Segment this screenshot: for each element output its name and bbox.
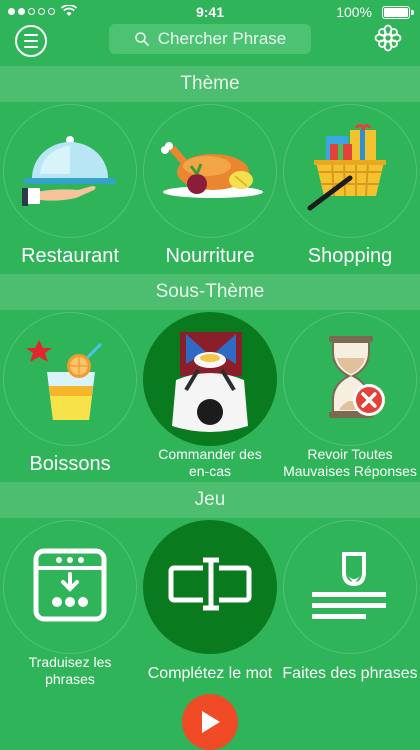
theme-label: Restaurant [21,245,119,267]
section-header-game: Jeu [0,482,420,518]
play-button[interactable] [182,694,238,750]
game-row: Traduisez les phrases Complétez le mot F… [0,518,420,694]
menu-button[interactable] [15,25,47,57]
subtheme-row: Boissons Commander des en-cas Revoir Tou… [0,310,420,482]
theme-row: Restaurant Nourriture Shopping [0,102,420,274]
search-icon [134,32,149,46]
search-placeholder: Chercher Phrase [157,29,287,48]
cocktail-icon [26,340,103,420]
game-label: Faites des phrases [282,665,418,682]
game-label: Complétez le mot [147,665,273,682]
waiter-icon [172,332,248,432]
subtheme-label: Commander des en-cas [158,446,262,479]
subtheme-label: Boissons [29,453,111,475]
theme-tile-restaurant[interactable]: Restaurant [0,102,140,274]
section-header-subtheme: Sous-Thème [0,274,420,310]
play-icon [202,711,220,733]
game-tile-completez[interactable]: Complétez le mot [140,518,280,694]
menu-icon [24,34,38,36]
theme-label: Shopping [307,245,393,267]
status-bar: 9:41 100% [0,0,420,24]
theme-label: Nourriture [165,245,255,267]
fill-word-icon [168,557,252,611]
hourglass-icon [329,336,385,418]
subtheme-tile-revoir[interactable]: Revoir Toutes Mauvaises Réponses [280,310,420,482]
theme-tile-shopping[interactable]: Shopping [280,102,420,274]
nav-bar: Chercher Phrase [0,24,420,66]
translate-grid-icon [33,548,107,622]
cloche-icon [22,136,116,206]
build-sentence-icon [312,552,386,619]
theme-tile-nourriture[interactable]: Nourriture [140,102,280,274]
shopping-basket-icon [307,124,386,211]
subtheme-tile-commander[interactable]: Commander des en-cas [140,310,280,482]
subtheme-label: Revoir Toutes Mauvaises Réponses [283,446,417,479]
search-input[interactable]: Chercher Phrase [109,24,311,54]
roast-chicken-icon [161,142,263,198]
game-tile-faites[interactable]: Faites des phrases [280,518,420,694]
battery-percent: 100% [336,4,372,20]
game-label: Traduisez les phrases [28,654,112,687]
battery-icon [382,6,410,19]
game-tile-traduisez[interactable]: Traduisez les phrases [0,518,140,694]
section-header-theme: Thème [0,66,420,102]
flower-gear-icon[interactable] [374,24,402,52]
subtheme-tile-boissons[interactable]: Boissons [0,310,140,482]
